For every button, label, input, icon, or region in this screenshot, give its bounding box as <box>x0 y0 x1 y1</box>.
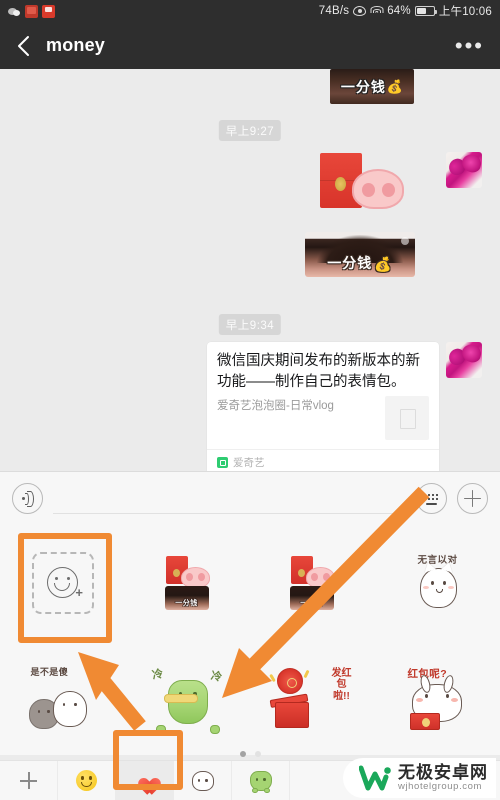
sticker-corner-dot <box>401 237 409 245</box>
tab-cat-pack[interactable] <box>174 761 232 800</box>
chat-timestamp: 早上9:27 <box>218 120 282 141</box>
message-sticker-yifenqian-dark[interactable]: 一分钱 💰 <box>330 69 414 104</box>
smiley-icon <box>76 770 97 791</box>
chat-message-list[interactable]: 一分钱 💰 早上9:27 一分钱 💰 早上9:34 微信国庆期间发布的新版本的新… <box>0 69 500 471</box>
keyboard-icon <box>423 493 440 505</box>
sticker-caption-2: 冷 <box>209 669 223 684</box>
clock-label: 上午10:06 <box>438 6 492 18</box>
watermark-en: wjhotelgroup.com <box>398 781 483 793</box>
pagination-dot[interactable] <box>254 751 261 757</box>
message-input[interactable] <box>53 483 406 514</box>
sticker-caption: 一分钱 <box>175 599 198 607</box>
page-title: money <box>46 35 106 55</box>
w-logo-icon <box>358 765 391 791</box>
nav-bar: money ••• <box>0 22 500 69</box>
tab-add[interactable] <box>0 761 58 800</box>
wifi-icon <box>370 6 384 16</box>
avatar <box>446 152 482 188</box>
sticker-caption: 一分钱 <box>327 255 373 271</box>
link-card-footer: 爱奇艺 <box>207 449 439 471</box>
add-sticker-button[interactable]: + <box>0 525 125 640</box>
app-icon-red-2 <box>42 4 55 18</box>
battery-icon <box>414 6 437 16</box>
sticker-thumbnail: 冷 冷 <box>150 666 224 734</box>
sticker-caption: 发红包啦!! <box>331 667 352 702</box>
sticker-thumbnail: 一分钱 <box>286 555 340 610</box>
pagination-dot-active[interactable] <box>239 751 246 757</box>
sticker-thumbnail: 发红包啦!! <box>268 666 355 730</box>
status-bar-right: 74B/s 64% 上午10:06 <box>319 3 492 19</box>
battery-percent-label: 64% <box>387 5 411 17</box>
message-link-card[interactable]: 微信国庆期间发布的新版本的新功能——制作自己的表情包。 爱奇艺泡泡圈-日常vlo… <box>207 342 439 471</box>
more-options-button[interactable]: ••• <box>455 34 484 56</box>
more-functions-button[interactable] <box>457 483 488 514</box>
plus-icon <box>464 490 481 507</box>
sticker-send-redpacket[interactable]: 发红包啦!! <box>250 640 375 755</box>
sticker-caption: 是不是傻 <box>30 666 69 677</box>
link-card-title: 微信国庆期间发布的新版本的新功能——制作自己的表情包。 <box>217 353 420 390</box>
sticker-image: 一分钱 💰 <box>305 232 415 277</box>
app-icon-red <box>25 4 38 18</box>
sticker-two-cats[interactable]: 是不是傻 <box>0 640 125 755</box>
watermark-cn: 无极安卓网 <box>398 763 488 783</box>
sticker-caption: 无言以对 <box>417 554 458 566</box>
sticker-image <box>320 153 406 213</box>
status-bar-left <box>8 4 55 18</box>
tab-frog-pack[interactable] <box>232 761 290 800</box>
sticker-caption: 一分钱 <box>340 78 386 95</box>
link-card-thumbnail <box>385 396 429 441</box>
message-input-bar <box>0 471 500 525</box>
add-sticker-dashed-box: + <box>31 551 94 614</box>
watermark: 无极安卓网 wjhotelgroup.com <box>343 758 496 798</box>
chevron-left-icon <box>17 35 29 56</box>
chat-timestamp: 早上9:34 <box>218 314 282 335</box>
smiley-plus-icon: + <box>47 567 83 599</box>
watermark-text: 无极安卓网 wjhotelgroup.com <box>398 764 488 792</box>
frog-icon <box>249 770 272 793</box>
tab-favorites[interactable] <box>116 761 174 800</box>
money-bag-emoji: 💰 <box>374 256 393 272</box>
message-sticker-yifenqian-forehead[interactable]: 一分钱 💰 <box>305 232 415 277</box>
net-speed-label: 74B/s <box>318 5 350 17</box>
heart-icon <box>134 771 155 790</box>
back-button[interactable] <box>0 22 46 69</box>
sticker-redpacket-pig-head-2[interactable]: 一分钱 <box>250 525 375 640</box>
link-card[interactable]: 微信国庆期间发布的新版本的新功能——制作自己的表情包。 爱奇艺泡泡圈-日常vlo… <box>207 342 439 471</box>
sticker-thumbnail: 红包呢? <box>398 666 478 730</box>
sticker-frog-cold[interactable]: 冷 冷 <box>125 640 250 755</box>
avatar-sender[interactable] <box>446 152 482 188</box>
link-card-body: 爱奇艺泡泡圈-日常vlog <box>207 396 439 449</box>
voice-input-button[interactable] <box>12 483 43 514</box>
plus-icon <box>20 772 37 789</box>
voice-icon <box>20 490 36 507</box>
cat-icon <box>191 770 214 791</box>
sticker-image: 一分钱 💰 <box>330 69 414 104</box>
wechat-icon <box>8 5 21 18</box>
avatar <box>446 342 482 378</box>
money-bag-emoji: 💰 <box>386 78 404 94</box>
sticker-rabbit-redpacket[interactable]: 红包呢? <box>375 640 500 755</box>
tab-emoji[interactable] <box>58 761 116 800</box>
sticker-panel: + 一分钱 一分钱 无言以对 是不是傻 冷 冷 发红包啦!! 红包呢? <box>0 525 500 755</box>
sticker-thumbnail: 是不是傻 <box>25 667 101 729</box>
keyboard-toggle-button[interactable] <box>416 483 447 514</box>
sticker-thumbnail: 无言以对 <box>408 552 468 614</box>
pig-nose-icon <box>352 169 404 209</box>
link-card-source: 爱奇艺 <box>233 457 265 470</box>
sticker-grid: + 一分钱 一分钱 无言以对 是不是傻 冷 冷 发红包啦!! 红包呢? <box>0 525 500 755</box>
message-sticker-redpacket-pig[interactable] <box>320 153 406 213</box>
sticker-redpacket-pig-head[interactable]: 一分钱 <box>125 525 250 640</box>
sticker-cat-speechless[interactable]: 无言以对 <box>375 525 500 640</box>
status-bar: 74B/s 64% 上午10:06 <box>0 0 500 22</box>
phone-screen: 74B/s 64% 上午10:06 money ••• 一分钱 💰 早上9:27 <box>0 0 500 800</box>
sticker-caption: 冷 <box>150 667 164 682</box>
link-card-subtitle: 爱奇艺泡泡圈-日常vlog <box>217 400 334 413</box>
eye-icon <box>353 6 367 16</box>
avatar-sender[interactable] <box>446 342 482 378</box>
sticker-caption: 一分钱 <box>300 599 323 607</box>
sticker-thumbnail: 一分钱 <box>161 555 215 610</box>
iqiyi-icon <box>217 457 228 469</box>
